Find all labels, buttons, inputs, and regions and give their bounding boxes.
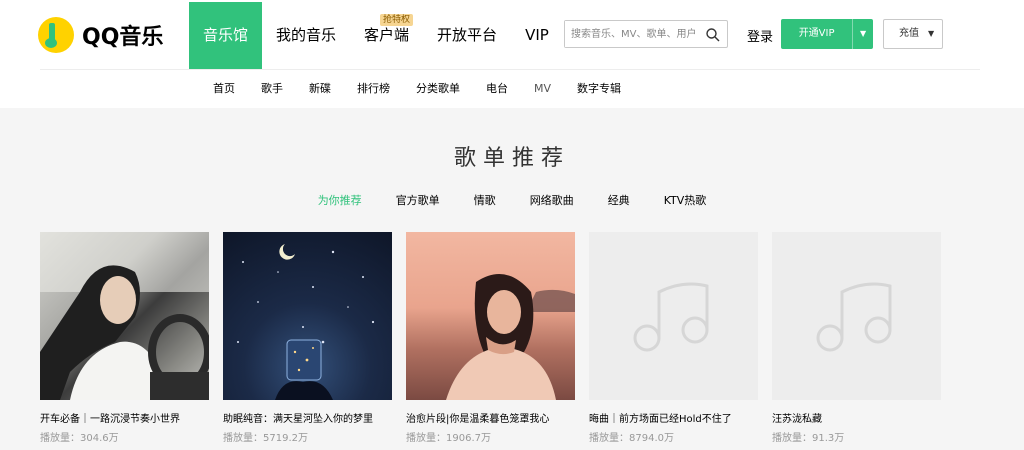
nav-item-client[interactable]: 抢特权 客户端 xyxy=(350,2,423,69)
login-link[interactable]: 登录 xyxy=(747,26,773,45)
brand-name: QQ音乐 xyxy=(82,25,164,50)
subnav-home[interactable]: 首页 xyxy=(200,70,248,108)
playlist-title[interactable]: 晦曲｜前方场面已经Hold不住了 xyxy=(589,410,758,425)
play-count: 播放量：91.3万 xyxy=(772,433,845,444)
top-header: QQ音乐 音乐馆 我的音乐 抢特权 客户端 开放平台 VIP 登录 开通VIP … xyxy=(0,0,1024,108)
subnav-singers[interactable]: 歌手 xyxy=(248,70,296,108)
playlist-title[interactable]: 汪苏泷私藏 xyxy=(772,410,941,425)
section-title: 歌单推荐 xyxy=(453,146,570,171)
starry-night-illustration xyxy=(237,244,375,400)
nav-item-my-music[interactable]: 我的音乐 xyxy=(262,2,350,69)
playlist-cover-placeholder[interactable] xyxy=(589,232,758,400)
playlist-category-tabs: 为你推荐 官方歌单 情歌 网络歌曲 经典 KTV热歌 xyxy=(0,192,1024,208)
privilege-badge: 抢特权 xyxy=(380,14,414,26)
qq-music-logo[interactable]: QQ音乐 xyxy=(38,16,163,54)
subnav-playlist-categories[interactable]: 分类歌单 xyxy=(403,70,473,108)
nav-label: 客户端 xyxy=(364,26,410,44)
sub-nav: 首页 歌手 新碟 排行榜 分类歌单 电台 MV 数字专辑 xyxy=(200,70,634,108)
nav-label: 音乐馆 xyxy=(203,26,249,44)
play-count: 播放量：8794.0万 xyxy=(589,433,674,444)
nav-item-open-platform[interactable]: 开放平台 xyxy=(423,2,511,69)
nav-label: VIP xyxy=(525,26,549,44)
tab-classics[interactable]: 经典 xyxy=(591,192,647,208)
subnav-radio[interactable]: 电台 xyxy=(473,70,521,108)
playlist-cover-image[interactable] xyxy=(406,232,575,400)
sunset-woman-illustration xyxy=(446,274,575,400)
music-note-placeholder-icon xyxy=(633,282,709,352)
play-count: 播放量：5719.2万 xyxy=(223,433,308,444)
nav-item-vip[interactable]: VIP xyxy=(511,2,563,69)
playlist-cover-image[interactable] xyxy=(40,232,209,400)
playlist-title[interactable]: 开车必备｜一路沉浸节奏小世界 xyxy=(40,410,209,425)
caret-down-icon[interactable]: ▼ xyxy=(852,19,873,49)
recharge-button[interactable]: 充值 ▼ xyxy=(883,19,943,49)
play-count: 播放量：304.6万 xyxy=(40,433,119,444)
playlist-cover-placeholder[interactable] xyxy=(772,232,941,400)
search-input[interactable] xyxy=(565,21,713,47)
driving-woman-illustration xyxy=(40,232,209,400)
tab-love-songs[interactable]: 情歌 xyxy=(457,192,513,208)
search-icon[interactable] xyxy=(705,27,721,43)
playlist-card: 汪苏泷私藏 播放量：91.3万 xyxy=(772,232,941,444)
subnav-digital-albums[interactable]: 数字专辑 xyxy=(564,70,634,108)
search-box xyxy=(564,20,728,48)
subnav-charts[interactable]: 排行榜 xyxy=(344,70,403,108)
subnav-new-albums[interactable]: 新碟 xyxy=(296,70,344,108)
playlist-card: 助眠纯音：满天星河坠入你的梦里 播放量：5719.2万 xyxy=(223,232,392,444)
tab-for-you[interactable]: 为你推荐 xyxy=(301,192,379,208)
music-note-logo-icon xyxy=(38,17,74,53)
tab-ktv-hits[interactable]: KTV热歌 xyxy=(647,192,724,208)
playlist-title[interactable]: 治愈片段|你是温柔暮色笼罩我心 xyxy=(406,410,575,425)
playlist-card: 治愈片段|你是温柔暮色笼罩我心 播放量：1906.7万 xyxy=(406,232,575,444)
music-note-placeholder-icon xyxy=(816,282,892,352)
subnav-mv[interactable]: MV xyxy=(521,70,564,108)
main-nav: 音乐馆 我的音乐 抢特权 客户端 开放平台 VIP xyxy=(189,2,563,69)
tab-internet-songs[interactable]: 网络歌曲 xyxy=(513,192,591,208)
playlist-title[interactable]: 助眠纯音：满天星河坠入你的梦里 xyxy=(223,410,392,425)
nav-label: 我的音乐 xyxy=(276,26,337,44)
playlist-card: 开车必备｜一路沉浸节奏小世界 播放量：304.6万 xyxy=(40,232,209,444)
recharge-label: 充值 xyxy=(899,28,919,39)
tab-official[interactable]: 官方歌单 xyxy=(379,192,457,208)
playlist-card: 晦曲｜前方场面已经Hold不住了 播放量：8794.0万 xyxy=(589,232,758,444)
open-vip-label: 开通VIP xyxy=(798,28,835,39)
playlist-cover-image[interactable] xyxy=(223,232,392,400)
nav-label: 开放平台 xyxy=(437,26,498,44)
caret-down-icon: ▼ xyxy=(928,29,935,38)
playlist-grid: 开车必备｜一路沉浸节奏小世界 播放量：304.6万 助眠纯音：满天星河坠入你的梦… xyxy=(40,232,955,444)
nav-item-music-hall[interactable]: 音乐馆 xyxy=(189,2,263,69)
open-vip-button[interactable]: 开通VIP ▼ xyxy=(781,19,873,49)
play-count: 播放量：1906.7万 xyxy=(406,433,491,444)
